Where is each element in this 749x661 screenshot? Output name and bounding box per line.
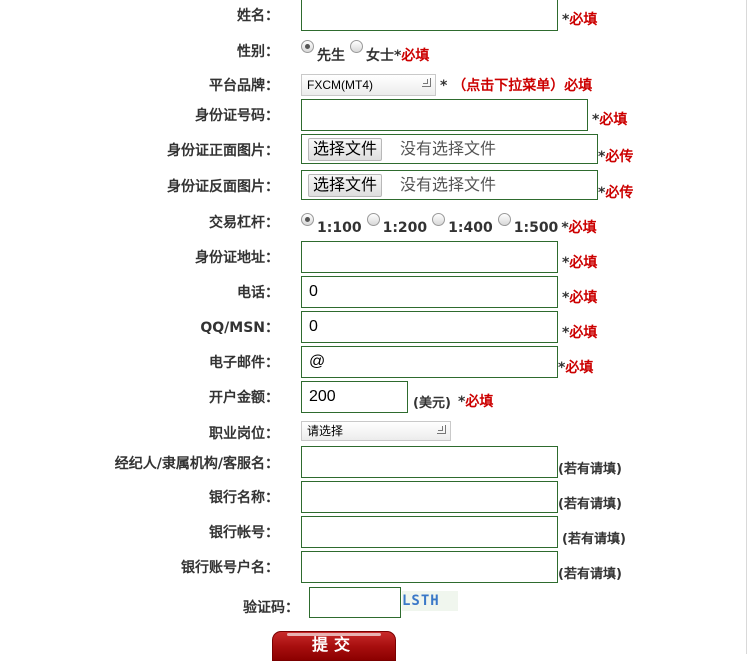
- address-required: *必填: [562, 255, 598, 271]
- bank-holder-optional-note: (若有请填): [558, 567, 622, 582]
- select-arrow-icon: [437, 425, 446, 434]
- row-name: 姓名： *必填: [0, 0, 749, 31]
- row-platform: 平台品牌： FXCM(MT4) * （点击下拉菜单）必填: [0, 74, 749, 98]
- leverage-option-200[interactable]: 1:200: [366, 213, 427, 236]
- captcha-label: 验证码：: [243, 600, 299, 616]
- id-front-file-status: 没有选择文件: [400, 141, 497, 158]
- id-back-file-input[interactable]: 选择文件 没有选择文件: [301, 170, 598, 200]
- job-label: 职业岗位：: [209, 426, 279, 442]
- radio-icon[interactable]: [301, 213, 314, 226]
- address-input[interactable]: [301, 241, 558, 273]
- phone-input[interactable]: [301, 276, 558, 308]
- row-bank-account: 银行帐号： (若有请填): [0, 516, 749, 548]
- name-label: 姓名：: [237, 8, 279, 24]
- name-required: *必填: [562, 12, 598, 28]
- row-amount: 开户金额： (美元) *必填: [0, 381, 749, 413]
- gender-required: *必填: [394, 48, 430, 64]
- amount-required: *必填: [458, 394, 494, 410]
- radio-icon[interactable]: [497, 213, 511, 226]
- radio-icon[interactable]: [432, 213, 446, 226]
- platform-note: * （点击下拉菜单）必填: [440, 78, 593, 94]
- leverage-radio-group: 1:100 1:200 1:400 1:500 *必填: [301, 210, 599, 236]
- name-input[interactable]: [301, 0, 558, 31]
- leverage-label: 交易杠杆：: [209, 215, 279, 231]
- bank-name-input[interactable]: [301, 481, 558, 513]
- gender-radio-group: 先生 女士*必填: [301, 40, 434, 64]
- row-id-back: 身份证反面图片： 选择文件 没有选择文件 *必传: [0, 170, 749, 202]
- broker-optional-note: (若有请填): [558, 462, 622, 477]
- id-back-label: 身份证反面图片：: [167, 179, 279, 195]
- broker-label: 经纪人/隶属机构/客服名：: [114, 456, 279, 472]
- id-front-choose-button[interactable]: 选择文件: [308, 138, 383, 161]
- leverage-option-500[interactable]: 1:500: [497, 213, 558, 236]
- row-id-number: 身份证号码： *必填: [0, 99, 749, 133]
- amount-input[interactable]: [301, 381, 408, 413]
- gender-label: 性别：: [237, 44, 279, 60]
- bank-holder-input[interactable]: [301, 551, 558, 583]
- platform-label: 平台品牌：: [209, 78, 279, 94]
- id-back-file-status: 没有选择文件: [400, 177, 497, 194]
- bank-account-input[interactable]: [301, 516, 558, 548]
- id-number-required: *必填: [592, 112, 628, 128]
- bank-name-optional-note: (若有请填): [558, 497, 622, 512]
- platform-select[interactable]: FXCM(MT4): [301, 74, 436, 96]
- bank-account-optional-note: (若有请填): [562, 532, 626, 547]
- job-select[interactable]: 请选择: [301, 421, 451, 441]
- radio-icon[interactable]: [350, 40, 363, 53]
- gender-option-female[interactable]: 女士: [350, 40, 394, 64]
- leverage-option-400[interactable]: 1:400: [432, 213, 493, 236]
- row-captcha: 验证码： LSTH: [0, 587, 749, 619]
- row-email: 电子邮件： *必填: [0, 346, 749, 378]
- bank-holder-label: 银行账号户名：: [181, 560, 279, 576]
- id-number-input[interactable]: [301, 99, 588, 131]
- row-gender: 性别： 先生 女士*必填: [0, 40, 749, 64]
- row-bank-holder: 银行账号户名： (若有请填): [0, 551, 749, 583]
- captcha-image[interactable]: LSTH: [402, 591, 458, 611]
- leverage-option-100[interactable]: 1:100: [301, 213, 362, 236]
- bank-account-label: 银行帐号：: [209, 525, 279, 541]
- amount-label: 开户金额：: [209, 390, 279, 406]
- radio-icon[interactable]: [366, 213, 380, 226]
- id-front-label: 身份证正面图片：: [167, 143, 279, 159]
- row-phone: 电话： *必填: [0, 276, 749, 308]
- row-leverage: 交易杠杆： 1:100 1:200 1:400 1:500 *必填: [0, 210, 749, 236]
- id-front-required: *必传: [598, 149, 634, 165]
- qq-input[interactable]: [301, 311, 558, 343]
- bank-name-label: 银行名称：: [209, 490, 279, 506]
- submit-button[interactable]: 提交: [272, 631, 396, 661]
- row-address: 身份证地址： *必填: [0, 241, 749, 273]
- amount-unit: (美元): [413, 396, 451, 411]
- email-input[interactable]: [301, 346, 558, 378]
- row-id-front: 身份证正面图片： 选择文件 没有选择文件 *必传: [0, 134, 749, 166]
- qq-required: *必填: [562, 325, 598, 341]
- broker-input[interactable]: [301, 446, 558, 478]
- email-label: 电子邮件：: [209, 355, 279, 371]
- phone-label: 电话：: [237, 285, 279, 301]
- row-job: 职业岗位： 请选择: [0, 421, 749, 443]
- id-back-choose-button[interactable]: 选择文件: [308, 174, 383, 197]
- select-arrow-icon: [422, 78, 431, 87]
- row-broker: 经纪人/隶属机构/客服名： (若有请填): [0, 446, 749, 478]
- radio-icon[interactable]: [301, 40, 314, 53]
- captcha-input[interactable]: [309, 587, 401, 618]
- address-label: 身份证地址：: [195, 250, 279, 266]
- leverage-required: *必填: [561, 220, 597, 236]
- id-back-required: *必传: [598, 185, 634, 201]
- id-front-file-input[interactable]: 选择文件 没有选择文件: [301, 134, 598, 164]
- row-qq: QQ/MSN： *必填: [0, 311, 749, 343]
- qq-label: QQ/MSN：: [200, 320, 279, 336]
- email-required: *必填: [558, 360, 594, 376]
- gender-option-male[interactable]: 先生: [301, 40, 345, 64]
- phone-required: *必填: [562, 290, 598, 306]
- row-bank-name: 银行名称： (若有请填): [0, 481, 749, 513]
- id-number-label: 身份证号码：: [195, 108, 279, 124]
